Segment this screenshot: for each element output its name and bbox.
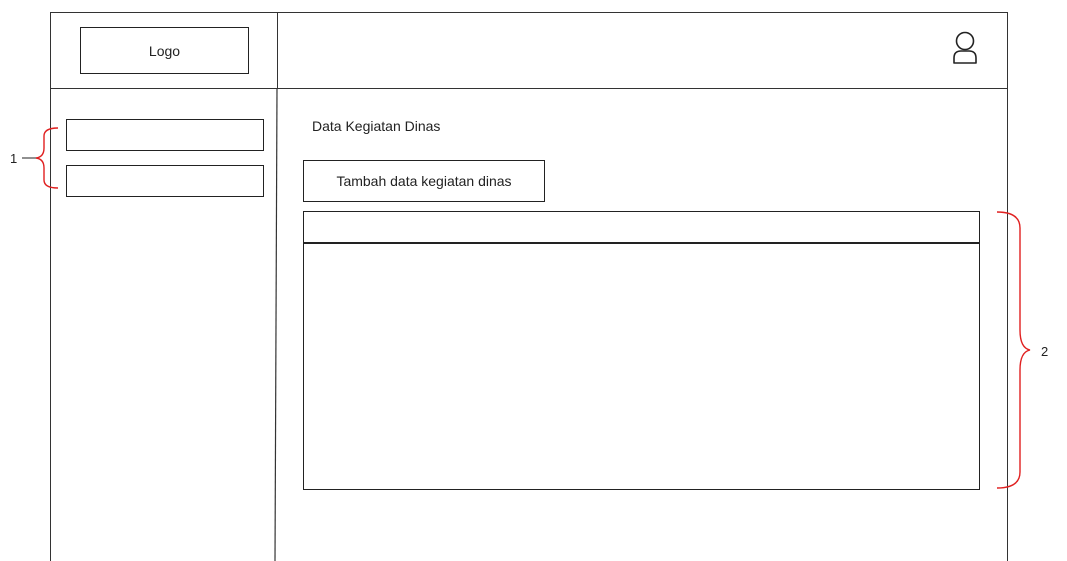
- sidebar-annotation-bracket: [35, 127, 59, 189]
- table-annotation-bracket: [996, 211, 1031, 489]
- table-annotation-number: 2: [1041, 344, 1049, 359]
- sidebar-annotation-number: 1: [10, 151, 18, 166]
- annotation-overlay: [22, 127, 1031, 489]
